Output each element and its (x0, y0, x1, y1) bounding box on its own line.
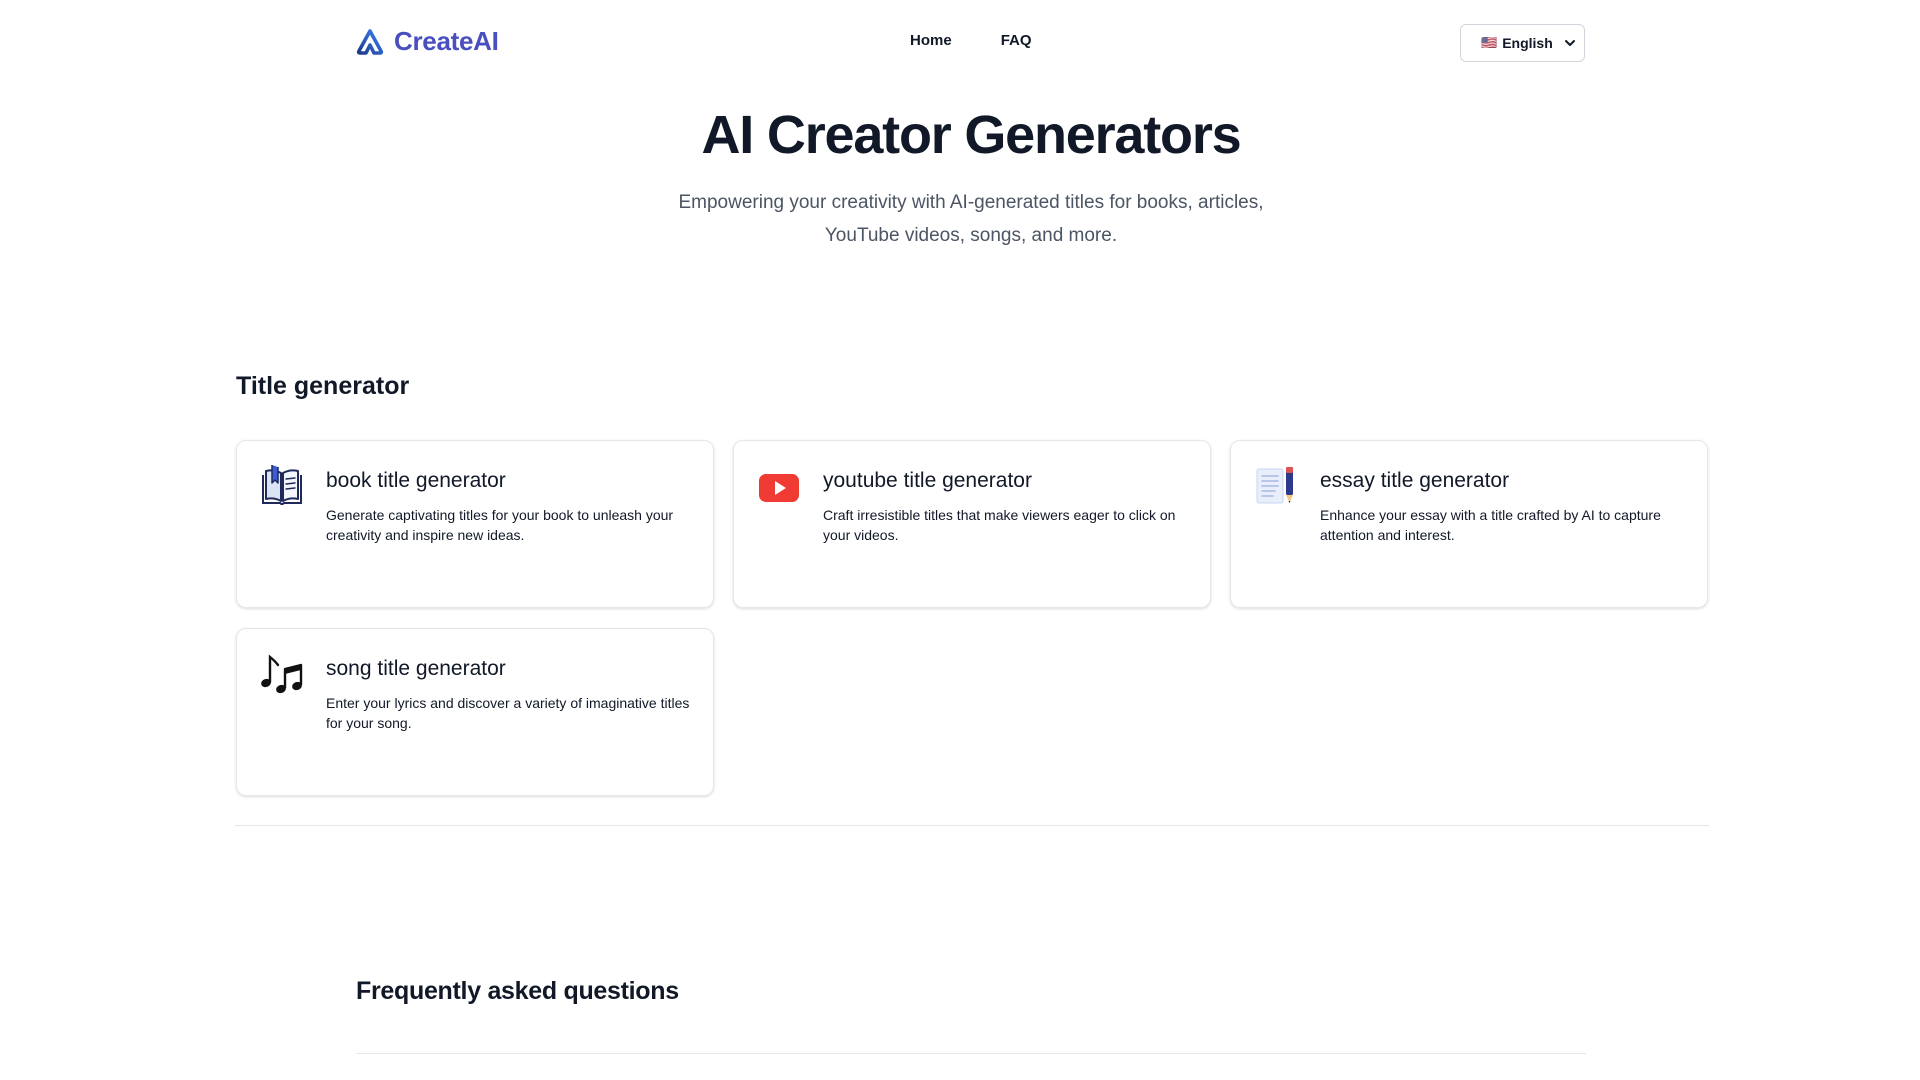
essay-icon (1256, 467, 1293, 504)
card-description: Enhance your essay with a title crafted … (1320, 507, 1661, 543)
card-title: song title generator (326, 657, 506, 680)
card-description: Generate captivating titles for your boo… (326, 507, 674, 543)
faq-divider (356, 1053, 1586, 1054)
section-divider (235, 825, 1709, 826)
essay-title-generator-card[interactable]: essay title generator Enhance your essay… (1230, 440, 1708, 608)
page-title: AI Creator Generators (701, 105, 1242, 165)
card-description: Craft irresistible titles that make view… (823, 507, 1176, 543)
music-notes-icon (261, 654, 303, 694)
section-title: Title generator (236, 372, 410, 400)
chevron-down-icon (1565, 40, 1575, 46)
language-selected-value: English (1502, 35, 1553, 51)
faq-title: Frequently asked questions (356, 977, 679, 1005)
language-select[interactable]: 🇺🇸 English (1460, 24, 1585, 62)
nav-faq-link[interactable]: FAQ (1001, 32, 1032, 49)
nav-home-link[interactable]: Home (910, 32, 952, 49)
main-nav: Home FAQ (910, 32, 1032, 49)
site-header: CreateAI Home FAQ 🇺🇸 English (0, 0, 1920, 86)
youtube-title-generator-card[interactable]: youtube title generator Craft irresistib… (733, 440, 1211, 608)
book-icon (262, 465, 302, 505)
book-title-generator-card[interactable]: book title generator Generate captivatin… (236, 440, 714, 608)
card-title: book title generator (326, 469, 506, 492)
page-subtitle: Empowering your creativity with AI-gener… (678, 192, 1264, 246)
logo-text: CreateAI (394, 26, 499, 56)
song-title-generator-card[interactable]: song title generator Enter your lyrics a… (236, 628, 714, 796)
createai-logo-icon (356, 28, 384, 55)
us-flag-icon: 🇺🇸 (1481, 35, 1498, 50)
card-title: youtube title generator (823, 469, 1032, 492)
card-description: Enter your lyrics and discover a variety… (326, 695, 690, 731)
card-title: essay title generator (1320, 469, 1510, 492)
logo-link[interactable]: CreateAI (356, 26, 499, 57)
youtube-icon (759, 474, 799, 502)
